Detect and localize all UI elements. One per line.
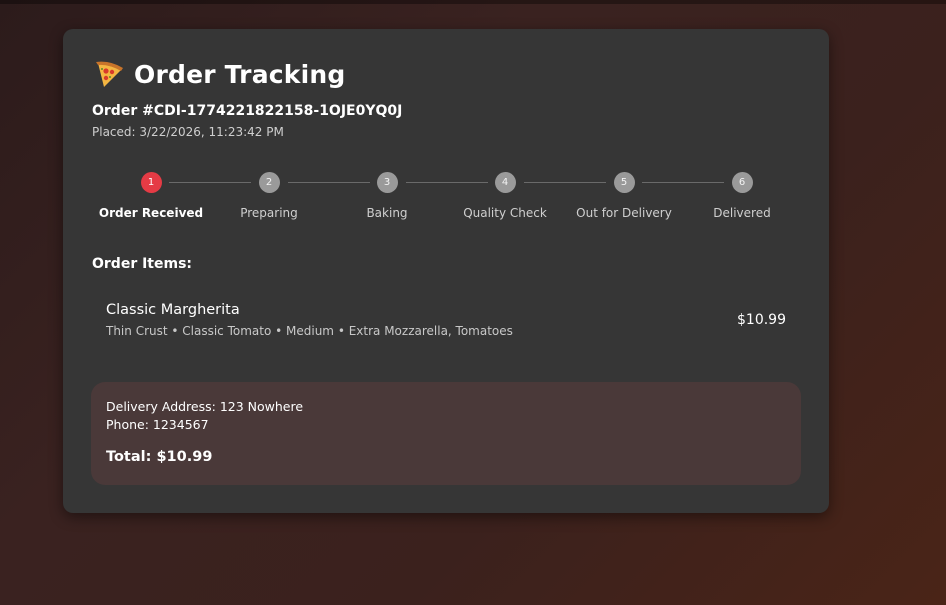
delivery-summary: Delivery Address: 123 Nowhere Phone: 123… [91,382,801,485]
delivery-address: Delivery Address: 123 Nowhere [106,399,304,414]
step-number: 2 [258,172,280,193]
order-id: Order #CDI-1774221822158-1OJE0YQ0J [92,103,403,119]
step-delivered: 6 Delivered [683,172,801,220]
pizza-icon [96,61,123,87]
step-quality-check: 4 Quality Check [446,172,564,220]
order-total: Total: $10.99 [106,449,213,465]
item-price: $10.99 [737,312,786,328]
step-number: 5 [613,172,635,193]
step-label: Preparing [240,206,298,220]
step-label: Order Received [98,206,204,220]
step-out-for-delivery: 5 Out for Delivery [565,172,683,220]
progress-steps: 1 Order Received 2 Preparing 3 Baking 4 … [92,172,800,224]
item-description: Thin Crust • Classic Tomato • Medium • E… [106,324,513,338]
order-item: Classic Margherita Thin Crust • Classic … [92,287,800,351]
top-shade [0,0,946,4]
step-label: Quality Check [463,206,547,220]
step-baking: 3 Baking [328,172,446,220]
step-label: Delivered [713,206,771,220]
step-label: Baking [366,206,408,220]
step-number: 3 [376,172,398,193]
step-number: 4 [494,172,516,193]
order-items-heading: Order Items: [92,256,193,272]
step-preparing: 2 Preparing [210,172,328,220]
step-order-received: 1 Order Received [92,172,210,220]
order-tracking-card: Order Tracking Order #CDI-1774221822158-… [63,29,829,513]
step-number: 1 [140,172,162,193]
step-number: 6 [731,172,753,193]
step-label: Out for Delivery [576,206,672,220]
title-row: Order Tracking [92,55,345,93]
page-title: Order Tracking [134,59,346,89]
item-name: Classic Margherita [106,302,240,318]
order-placed-time: Placed: 3/22/2026, 11:23:42 PM [92,125,284,139]
phone-number: Phone: 1234567 [106,417,209,432]
